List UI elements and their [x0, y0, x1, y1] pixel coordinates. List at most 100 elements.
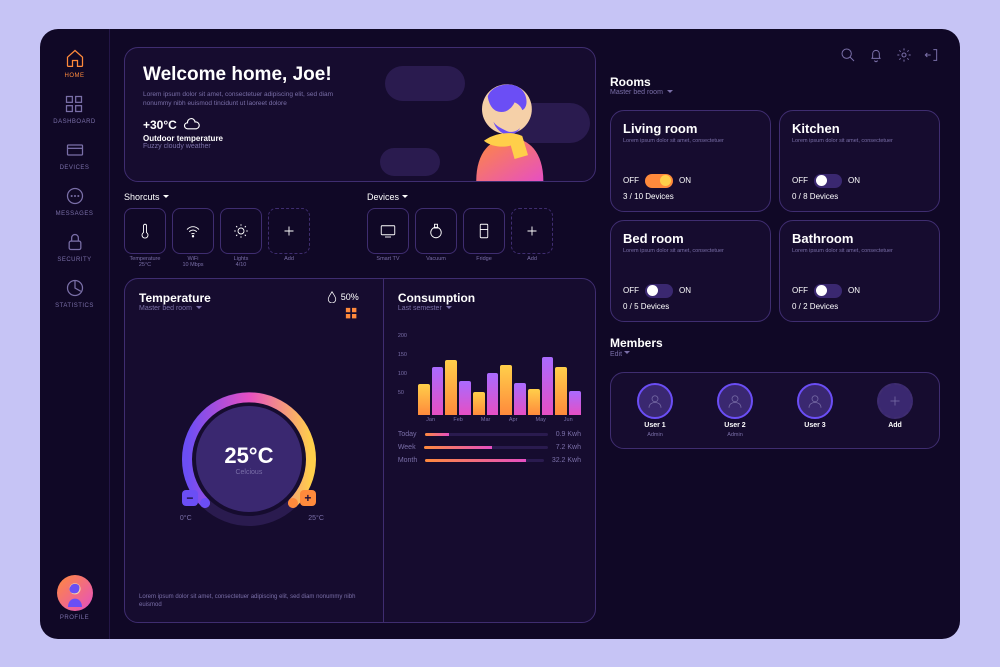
room-devices: 0 / 5 Devices	[623, 302, 758, 311]
temp-room-select[interactable]: Master bed room	[139, 305, 211, 312]
temp-minus-button[interactable]: −	[182, 490, 198, 506]
top-toolbar	[610, 47, 940, 63]
members-edit[interactable]: Edit	[610, 350, 940, 358]
room-name: Kitchen	[792, 121, 927, 136]
nav-statistics[interactable]: STATISTICS	[55, 277, 94, 309]
shortcut-wifi[interactable]	[172, 208, 214, 254]
stat-value: 0.9 Kwh	[556, 431, 581, 438]
messages-icon	[64, 185, 86, 207]
avatar-icon	[637, 383, 673, 419]
members-title: Members	[610, 336, 940, 350]
humidity: 50%	[327, 291, 359, 303]
room-devices: 0 / 8 Devices	[792, 192, 927, 201]
temp-desc: Fuzzy cloudy weather	[143, 143, 595, 150]
welcome-title: Welcome home, Joe!	[143, 64, 595, 86]
shortcuts-section: Shorcuts Temperature25°C WiFi10 Mbps Lig…	[124, 192, 353, 268]
cons-title: Consumption	[398, 291, 581, 305]
shortcuts-devices-row: Shorcuts Temperature25°C WiFi10 Mbps Lig…	[124, 192, 596, 268]
gauge-unit: Celcious	[235, 469, 262, 476]
app-window: HOME DASHBOARD DEVICES MESSAGES SECURITY…	[40, 29, 960, 639]
avatar-icon	[717, 383, 753, 419]
nav-label: PROFILE	[60, 615, 89, 621]
shortcut-temperature[interactable]	[124, 208, 166, 254]
bell-icon[interactable]	[868, 47, 884, 63]
left-column: Welcome home, Joe! Lorem ipsum dolor sit…	[124, 47, 596, 623]
profile-avatar-icon	[57, 575, 93, 611]
stat-value: 7.2 Kwh	[556, 444, 581, 451]
nav-label: MESSAGES	[56, 211, 94, 217]
members-card: User 1 Admin User 2 Admin User 3 Add	[610, 372, 940, 449]
logout-icon[interactable]	[924, 47, 940, 63]
cloud-icon	[183, 118, 201, 132]
rooms-header: Rooms Master bed room	[610, 75, 940, 96]
stat-label: Month	[398, 457, 417, 464]
room-desc: Lorem ipsum dolor sit amet, consectetuer	[623, 248, 758, 280]
tile-label: Add	[511, 256, 553, 262]
consumption-panel: Consumption Last semester 200 150 100 50	[383, 279, 595, 622]
room-toggle[interactable]	[645, 284, 673, 298]
rooms-grid: Living room Lorem ipsum dolor sit amet, …	[610, 110, 940, 322]
temp-title: Temperature	[139, 291, 211, 305]
room-desc: Lorem ipsum dolor sit amet, consectetuer	[623, 138, 758, 170]
stat-value: 32.2 Kwh	[552, 457, 581, 464]
temperature-gauge[interactable]: 25°C Celcious 0°C 25°C − +	[174, 384, 324, 534]
room-toggle[interactable]	[814, 174, 842, 188]
pie-icon	[64, 277, 86, 299]
nav-label: SECURITY	[57, 257, 91, 263]
welcome-desc: Lorem ipsum dolor sit amet, consectetuer…	[143, 90, 343, 108]
room-name: Bathroom	[792, 231, 927, 246]
device-add[interactable]	[511, 208, 553, 254]
dashboard-icon	[63, 93, 85, 115]
nav-devices[interactable]: DEVICES	[60, 139, 90, 171]
room-bedroom[interactable]: Bed room Lorem ipsum dolor sit amet, con…	[610, 220, 771, 322]
nav-label: DASHBOARD	[53, 119, 96, 125]
right-column: Rooms Master bed room Living room Lorem …	[610, 47, 940, 623]
room-desc: Lorem ipsum dolor sit amet, consectetuer	[792, 248, 927, 280]
room-living[interactable]: Living room Lorem ipsum dolor sit amet, …	[610, 110, 771, 212]
room-devices: 3 / 10 Devices	[623, 192, 758, 201]
room-toggle[interactable]	[645, 174, 673, 188]
gauge-max: 25°C	[308, 515, 324, 522]
shortcuts-title[interactable]: Shorcuts	[124, 192, 353, 202]
member-user3[interactable]: User 3	[797, 383, 833, 438]
member-user1[interactable]: User 1 Admin	[637, 383, 673, 438]
devices-title[interactable]: Devices	[367, 192, 596, 202]
gear-icon[interactable]	[896, 47, 912, 63]
rooms-select[interactable]: Master bed room	[610, 89, 940, 96]
search-icon[interactable]	[840, 47, 856, 63]
temperature-panel: Temperature Master bed room 50%	[125, 279, 373, 622]
cons-period-select[interactable]: Last semester	[398, 305, 581, 312]
plus-icon	[877, 383, 913, 419]
room-name: Living room	[623, 121, 758, 136]
room-kitchen[interactable]: Kitchen Lorem ipsum dolor sit amet, cons…	[779, 110, 940, 212]
consumption-stats: Today0.9 Kwh Week7.2 Kwh Month32.2 Kwh	[398, 431, 581, 464]
devices-section: Devices Smart TV Vacuum Fridge Add	[367, 192, 596, 268]
nav-home[interactable]: HOME	[64, 47, 86, 79]
temp-plus-button[interactable]: +	[300, 490, 316, 506]
rooms-title: Rooms	[610, 75, 940, 89]
nav-messages[interactable]: MESSAGES	[56, 185, 94, 217]
shortcut-lights[interactable]	[220, 208, 262, 254]
device-tv[interactable]	[367, 208, 409, 254]
stat-label: Today	[398, 431, 417, 438]
room-toggle[interactable]	[814, 284, 842, 298]
grid-icon[interactable]	[345, 307, 359, 321]
consumption-chart: 200 150 100 50	[398, 320, 581, 415]
temp-desc: Lorem ipsum dolor sit amet, consectetuer…	[139, 593, 359, 610]
avatar-icon	[797, 383, 833, 419]
member-user2[interactable]: User 2 Admin	[717, 383, 753, 438]
room-bathroom[interactable]: Bathroom Lorem ipsum dolor sit amet, con…	[779, 220, 940, 322]
chart-xlabels: Jan Feb Mar Apr May Jun	[398, 417, 581, 423]
device-vacuum[interactable]	[415, 208, 457, 254]
member-add[interactable]: Add	[877, 383, 913, 438]
tile-label: Smart TV	[367, 256, 409, 262]
drop-icon	[327, 291, 337, 303]
nav-dashboard[interactable]: DASHBOARD	[53, 93, 96, 125]
nav-profile[interactable]: PROFILE	[57, 575, 93, 621]
shortcut-add[interactable]	[268, 208, 310, 254]
nav-security[interactable]: SECURITY	[57, 231, 91, 263]
gauge-min: 0°C	[180, 515, 192, 522]
outdoor-temp: +30°C	[143, 118, 595, 132]
nav-label: HOME	[65, 73, 85, 79]
device-fridge[interactable]	[463, 208, 505, 254]
